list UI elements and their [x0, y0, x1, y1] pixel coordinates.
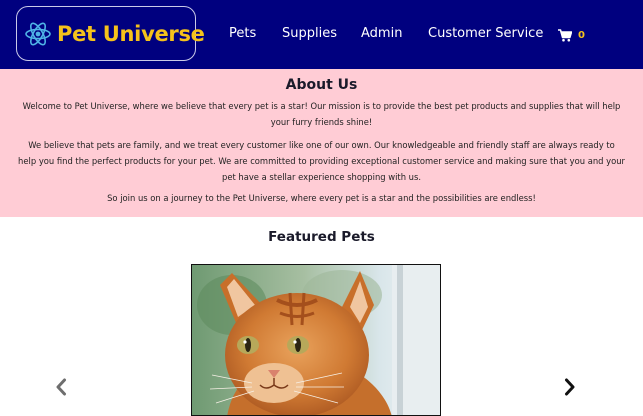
about-paragraph-family: We believe that pets are family, and we …: [18, 140, 625, 182]
nav-link-supplies[interactable]: Supplies: [282, 26, 337, 44]
about-section: About Us Welcome to Pet Universe, where …: [0, 69, 643, 217]
chevron-right-icon: [563, 378, 577, 400]
cart-count-badge: 0: [578, 29, 585, 41]
about-paragraph-journey: So join us on a journey to the Pet Unive…: [107, 193, 536, 203]
nav-link-pets[interactable]: Pets: [229, 26, 256, 44]
navbar: Pet Universe Pets Supplies Admin Custome…: [0, 0, 643, 69]
cart-button[interactable]: 0: [558, 27, 585, 43]
about-paragraph-welcome: Welcome to Pet Universe, where we believ…: [22, 101, 621, 127]
brand-name: Pet Universe: [57, 21, 205, 46]
carousel-next-button[interactable]: [562, 378, 578, 400]
shopping-cart-icon: [558, 28, 572, 42]
react-atom-icon: [23, 19, 53, 49]
carousel-prev-button[interactable]: [53, 378, 69, 400]
chevron-left-icon: [54, 378, 68, 400]
about-title: About Us: [285, 77, 358, 93]
nav-link-admin[interactable]: Admin: [361, 26, 402, 44]
featured-pets-title: Featured Pets: [268, 229, 375, 245]
brand-home-link[interactable]: Pet Universe: [16, 6, 205, 61]
nav-link-customer-service[interactable]: Customer Service: [428, 26, 543, 44]
carousel-image-cat: [191, 264, 441, 416]
